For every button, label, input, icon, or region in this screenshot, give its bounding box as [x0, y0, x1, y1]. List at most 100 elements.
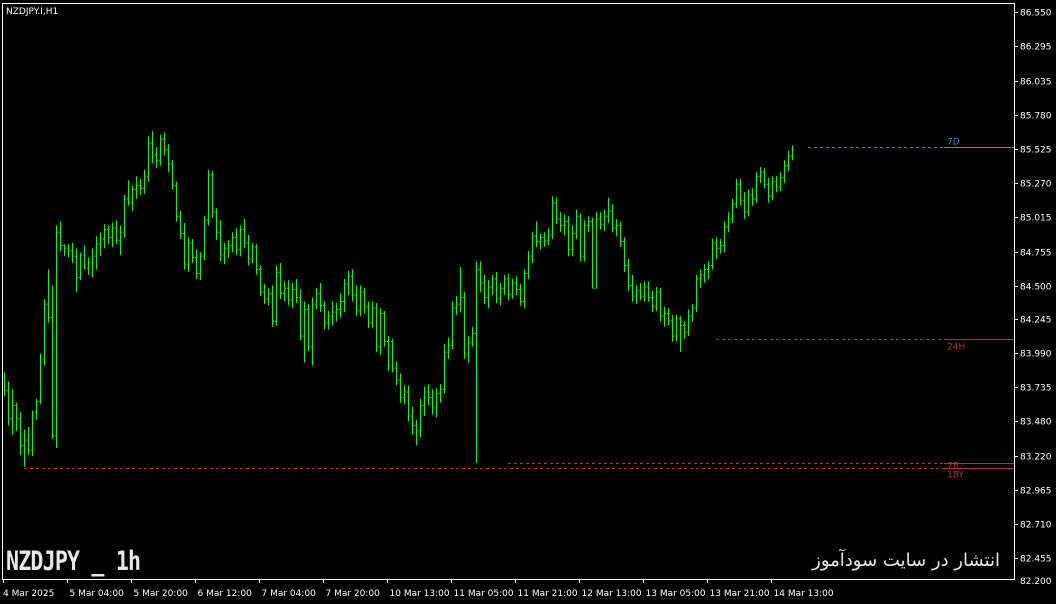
candle — [711, 238, 714, 270]
candle — [715, 237, 718, 259]
candle — [207, 169, 210, 226]
candle — [39, 353, 42, 405]
candle — [71, 242, 74, 263]
candle — [243, 218, 246, 249]
y-tick-label: 83.990 — [1020, 350, 1052, 360]
x-tick-label: 10 Mar 13:00 — [390, 589, 450, 599]
candle — [159, 134, 162, 166]
candle — [407, 385, 410, 422]
candle — [259, 265, 262, 297]
candle — [183, 222, 186, 270]
candle — [527, 250, 530, 279]
candle — [419, 398, 422, 438]
candle — [687, 309, 690, 337]
candle — [19, 412, 22, 455]
candle — [543, 232, 546, 247]
candle — [135, 176, 138, 199]
candle — [3, 372, 6, 397]
y-tick-label: 85.525 — [1020, 146, 1052, 156]
candle — [591, 217, 594, 289]
candle — [67, 244, 70, 258]
x-tick-label: 6 Mar 12:00 — [198, 589, 253, 599]
candle — [115, 220, 118, 245]
source-watermark: انتشار در سایت سودآموز — [812, 550, 1000, 571]
candle — [503, 274, 506, 295]
candle — [679, 316, 682, 353]
candle — [511, 278, 514, 299]
candle — [343, 278, 346, 313]
candle — [91, 248, 94, 278]
level-label: 24H — [947, 343, 965, 353]
candle — [595, 212, 598, 289]
candle — [35, 398, 38, 421]
candle — [519, 284, 522, 306]
candle — [703, 264, 706, 283]
candle — [27, 426, 30, 455]
x-tick-label: 7 Mar 04:00 — [262, 589, 317, 599]
price-chart: NZDJPY.I,H1 7D24H7B1BY 86.55086.29586.03… — [2, 3, 1052, 599]
candle — [303, 301, 306, 363]
y-tick-label: 82.455 — [1020, 555, 1052, 565]
y-axis: 86.550 86.295 86.035 85.780 85.525 85.270 85.0… — [1014, 9, 1052, 587]
candle — [727, 212, 730, 233]
candle — [375, 302, 378, 353]
x-tick-label: 11 Mar 21:00 — [518, 589, 578, 599]
candle — [495, 272, 498, 303]
candle — [227, 240, 230, 258]
candle — [467, 336, 470, 363]
x-tick-label: 11 Mar 05:00 — [454, 589, 514, 599]
candle — [743, 192, 746, 219]
candle — [391, 338, 394, 373]
candle — [59, 221, 62, 251]
candle — [623, 237, 626, 273]
candle — [195, 249, 198, 279]
y-tick-label: 85.015 — [1020, 214, 1052, 224]
candle — [171, 160, 174, 190]
candle — [427, 384, 430, 406]
candle — [127, 180, 130, 206]
candle — [315, 288, 318, 310]
candle — [239, 225, 242, 257]
candle — [123, 194, 126, 238]
candles — [3, 130, 794, 467]
candle — [499, 282, 502, 306]
candle — [79, 252, 82, 281]
candle — [539, 233, 542, 250]
candle — [483, 274, 486, 305]
candle — [707, 261, 710, 279]
candle — [295, 278, 298, 303]
candle — [531, 232, 534, 263]
candle — [739, 178, 742, 206]
candle — [635, 285, 638, 305]
candle — [559, 212, 562, 233]
candle — [95, 236, 98, 270]
candle — [699, 269, 702, 289]
candle — [563, 214, 566, 235]
y-tick-label: 86.295 — [1020, 43, 1052, 53]
candle — [507, 273, 510, 301]
candle — [603, 209, 606, 231]
candle — [83, 245, 86, 270]
candle — [747, 189, 750, 217]
candle — [643, 281, 646, 302]
candle — [751, 188, 754, 206]
candle — [471, 326, 474, 347]
candle — [331, 301, 334, 326]
symbol-label: NZDJPY.I,H1 — [6, 7, 58, 17]
candle — [263, 284, 266, 305]
candle — [615, 218, 618, 237]
candle — [23, 429, 26, 467]
candle — [367, 301, 370, 329]
y-tick-label: 86.035 — [1020, 78, 1052, 88]
x-tick-label: 13 Mar 21:00 — [710, 589, 770, 599]
candle — [311, 297, 314, 366]
candle — [671, 314, 674, 342]
candle — [759, 166, 762, 183]
y-tick-label: 82.200 — [1020, 577, 1052, 587]
candle — [147, 136, 150, 182]
candle — [87, 257, 90, 275]
candle — [567, 216, 570, 257]
candle — [631, 274, 634, 302]
y-tick-label: 84.500 — [1020, 283, 1052, 293]
x-tick-label: 4 Mar 2025 — [3, 589, 54, 599]
